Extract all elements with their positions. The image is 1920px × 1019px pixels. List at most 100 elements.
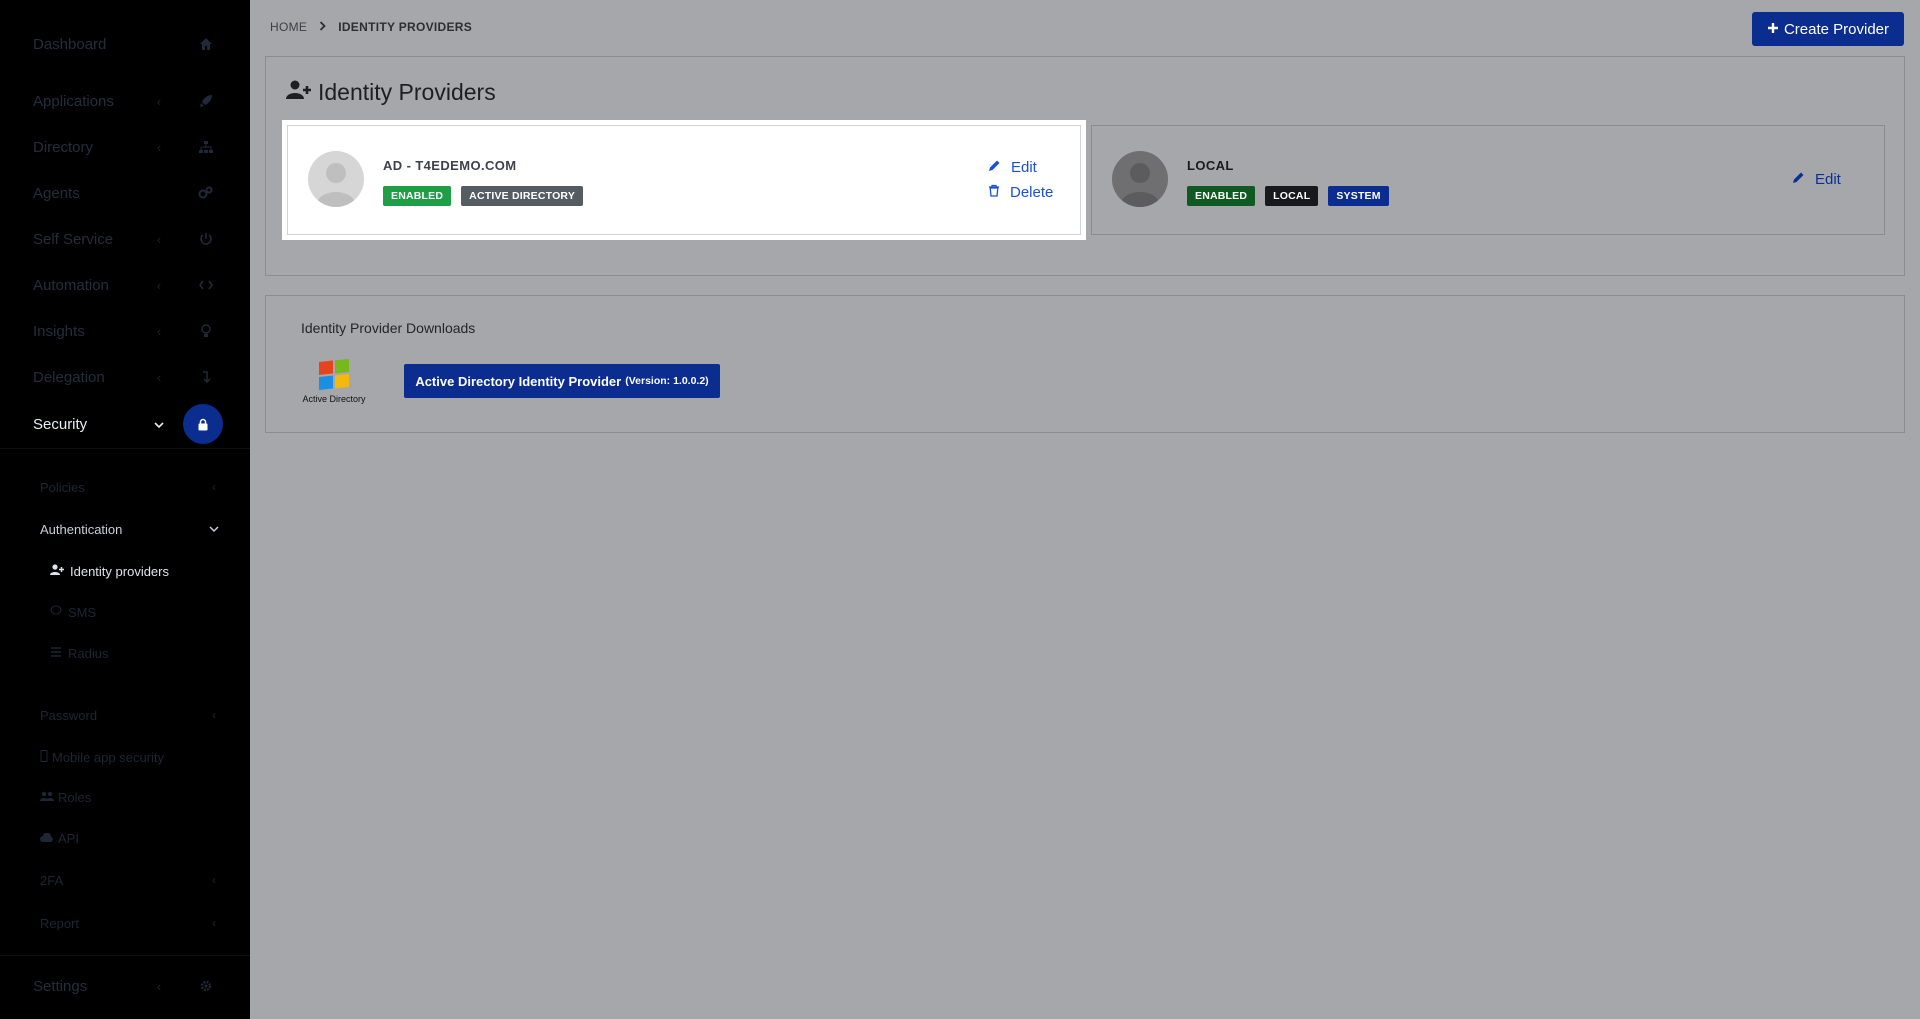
chevron-left-icon: ‹ bbox=[212, 480, 216, 494]
sidebar-subitem-label: Password bbox=[40, 707, 98, 723]
sidebar-subitem-2fa[interactable]: 2FA ‹ bbox=[40, 865, 220, 895]
users-icon bbox=[40, 790, 54, 805]
lightbulb-icon bbox=[193, 318, 219, 344]
type-badge: LOCAL bbox=[1265, 186, 1319, 206]
downloads-panel: Identity Provider Downloads Active Direc… bbox=[265, 295, 1905, 433]
provider-name: AD - T4EDEMO.COM bbox=[383, 158, 517, 173]
sidebar-subitem-radius[interactable]: Radius bbox=[50, 639, 108, 667]
provider-card-ad[interactable]: AD - T4EDEMO.COM ENABLED ACTIVE DIRECTOR… bbox=[287, 125, 1081, 235]
divider bbox=[0, 955, 250, 956]
create-provider-button[interactable]: Create Provider bbox=[1752, 12, 1904, 46]
breadcrumb-home-link[interactable]: HOME bbox=[270, 20, 307, 34]
lock-icon bbox=[183, 404, 223, 444]
edit-label: Edit bbox=[1011, 159, 1037, 176]
trash-icon bbox=[988, 184, 1000, 201]
edit-button[interactable]: Edit bbox=[1792, 171, 1841, 188]
sidebar-subitem-label: Radius bbox=[68, 645, 109, 661]
sidebar-item-dashboard[interactable]: Dashboard bbox=[33, 24, 223, 64]
sidebar-subitem-label: 2FA bbox=[40, 872, 64, 888]
sidebar-subitem-label: Roles bbox=[58, 789, 92, 805]
sidebar-subitem-policies[interactable]: Policies ‹ bbox=[40, 472, 220, 502]
edit-label: Edit bbox=[1815, 171, 1841, 188]
windows-logo-icon bbox=[319, 358, 349, 390]
sidebar-subitem-roles[interactable]: Roles bbox=[40, 782, 220, 812]
breadcrumb-current: IDENTITY PROVIDERS bbox=[338, 20, 473, 34]
edit-button[interactable]: Edit bbox=[988, 159, 1053, 176]
sidebar-subitem-identity-providers[interactable]: Identity providers bbox=[50, 557, 169, 585]
provider-card-local[interactable]: LOCAL ENABLED LOCAL SYSTEM Edit bbox=[1091, 125, 1885, 235]
download-ad-provider-button[interactable]: Active Directory Identity Provider (Vers… bbox=[404, 364, 720, 398]
chevron-down-icon bbox=[153, 417, 165, 432]
provider-actions: Edit Delete bbox=[988, 159, 1053, 201]
comment-icon bbox=[50, 605, 62, 620]
active-directory-logo: Active Directory bbox=[301, 358, 367, 404]
sidebar-subitem-authentication[interactable]: Authentication bbox=[40, 514, 220, 544]
sidebar-item-settings[interactable]: Settings ‹ bbox=[33, 966, 223, 1006]
sidebar-subitem-label: Authentication bbox=[40, 521, 123, 537]
delete-label: Delete bbox=[1010, 184, 1054, 201]
arrow-icon bbox=[193, 364, 219, 390]
chevron-left-icon: ‹ bbox=[212, 708, 216, 722]
mobile-icon bbox=[40, 749, 48, 765]
cloud-icon bbox=[40, 831, 54, 846]
chevron-left-icon: ‹ bbox=[212, 873, 216, 887]
badge-group: ENABLED LOCAL SYSTEM bbox=[1187, 186, 1389, 206]
sidebar-subitem-api[interactable]: API bbox=[40, 823, 220, 853]
type-badge: ACTIVE DIRECTORY bbox=[461, 186, 584, 206]
sidebar-subitem-label: Policies bbox=[40, 479, 85, 495]
system-badge: SYSTEM bbox=[1328, 186, 1389, 206]
sidebar-item-self-service[interactable]: Self Service ‹ bbox=[33, 219, 223, 259]
sitemap-icon bbox=[193, 134, 219, 160]
list-icon bbox=[50, 646, 62, 661]
code-icon bbox=[193, 272, 219, 298]
chevron-left-icon: ‹ bbox=[156, 323, 162, 339]
sidebar-item-applications[interactable]: Applications ‹ bbox=[33, 81, 223, 121]
sidebar-subitem-password[interactable]: Password ‹ bbox=[40, 700, 220, 730]
create-provider-label: Create Provider bbox=[1783, 20, 1890, 38]
sidebar-subitem-label: SMS bbox=[68, 604, 97, 620]
chevron-down-icon bbox=[208, 522, 220, 536]
sidebar-item-delegation[interactable]: Delegation ‹ bbox=[33, 357, 223, 397]
top-bar: HOME IDENTITY PROVIDERS Create Provider bbox=[250, 0, 1920, 54]
identity-providers-panel: Identity Providers AD - T4EDEMO.COM ENAB… bbox=[265, 56, 1905, 276]
status-badge: ENABLED bbox=[383, 186, 452, 206]
breadcrumb: HOME IDENTITY PROVIDERS bbox=[270, 20, 472, 34]
pencil-icon bbox=[1792, 171, 1805, 188]
provider-name: LOCAL bbox=[1187, 158, 1234, 173]
sidebar-item-agents[interactable]: Agents bbox=[33, 173, 223, 213]
power-icon bbox=[193, 226, 219, 252]
sidebar-subitem-label: Report bbox=[40, 915, 80, 931]
chevron-left-icon: ‹ bbox=[156, 231, 162, 247]
sidebar-item-directory[interactable]: Directory ‹ bbox=[33, 127, 223, 167]
chevron-left-icon: ‹ bbox=[156, 93, 162, 109]
sidebar-item-security[interactable]: Security bbox=[33, 404, 223, 444]
cogs-icon bbox=[193, 180, 219, 206]
sidebar-subitem-label: API bbox=[58, 830, 79, 846]
sidebar-item-automation[interactable]: Automation ‹ bbox=[33, 265, 223, 305]
chevron-left-icon: ‹ bbox=[212, 916, 216, 930]
download-button-label: Active Directory Identity Provider bbox=[415, 373, 622, 389]
delete-button[interactable]: Delete bbox=[988, 184, 1053, 201]
sidebar-subitem-mobile-app-security[interactable]: Mobile app security bbox=[40, 742, 220, 772]
sidebar-subitem-sms[interactable]: SMS bbox=[50, 598, 96, 626]
avatar bbox=[308, 151, 364, 207]
gear-icon bbox=[193, 973, 219, 999]
sidebar-subitem-report[interactable]: Report ‹ bbox=[40, 908, 220, 938]
chevron-left-icon: ‹ bbox=[156, 369, 162, 385]
chevron-left-icon: ‹ bbox=[156, 978, 162, 994]
page-title-text: Identity Providers bbox=[318, 79, 496, 105]
sidebar: Dashboard Applications ‹ Directory ‹ Age… bbox=[0, 0, 250, 1019]
sidebar-item-insights[interactable]: Insights ‹ bbox=[33, 311, 223, 351]
chevron-left-icon: ‹ bbox=[156, 277, 162, 293]
divider bbox=[0, 448, 250, 449]
chevron-right-icon bbox=[319, 20, 326, 34]
downloads-title: Identity Provider Downloads bbox=[301, 320, 476, 336]
provider-actions: Edit bbox=[1792, 171, 1841, 188]
page-title: Identity Providers bbox=[286, 79, 496, 106]
user-plus-icon bbox=[50, 563, 64, 579]
sidebar-subitem-label: Identity providers bbox=[70, 563, 169, 579]
download-button-version: (Version: 1.0.0.2) bbox=[625, 375, 709, 387]
badge-group: ENABLED ACTIVE DIRECTORY bbox=[383, 186, 584, 206]
rocket-icon bbox=[193, 88, 219, 114]
sidebar-subitem-label: Mobile app security bbox=[52, 749, 164, 765]
